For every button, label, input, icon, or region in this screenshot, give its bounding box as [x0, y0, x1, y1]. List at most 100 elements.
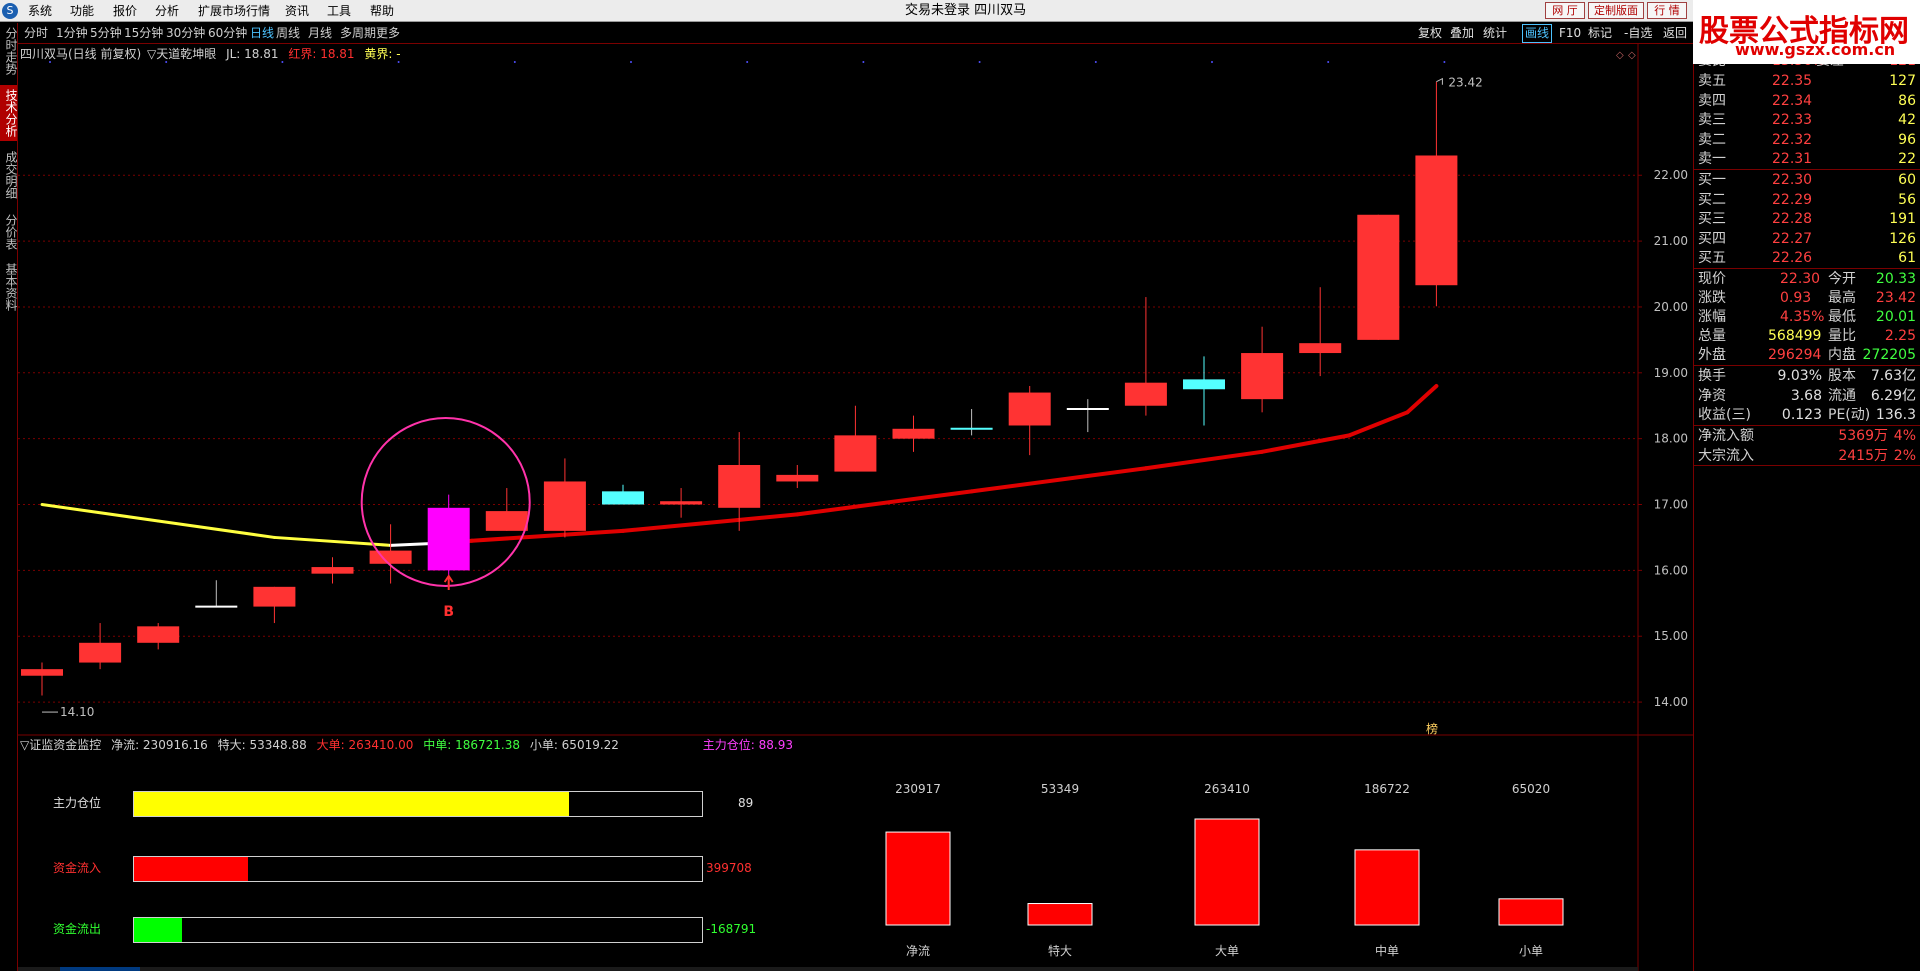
- candle-body[interactable]: [1008, 392, 1051, 426]
- left-tab-2[interactable]: 成交明细: [0, 147, 18, 203]
- toolbar-right-0[interactable]: 复权: [1418, 23, 1442, 44]
- period-9[interactable]: 多周期: [340, 23, 376, 44]
- toolbar-right-1[interactable]: 叠加: [1450, 23, 1474, 44]
- bottom-scroll-strip[interactable]: [18, 967, 1638, 971]
- candle-body[interactable]: [485, 511, 528, 531]
- toolbar-right-3[interactable]: 画线: [1522, 24, 1553, 43]
- ask-label: 卖二: [1698, 131, 1726, 148]
- bid-row[interactable]: 买二 22.29 56: [1698, 191, 1916, 210]
- candle-body[interactable]: [1124, 382, 1167, 406]
- menu-analysis[interactable]: 分析: [155, 0, 179, 22]
- candle-body[interactable]: [311, 567, 354, 574]
- quote-label: 总量: [1698, 328, 1726, 344]
- fund-bar-label: 资金流出: [53, 922, 102, 936]
- candle-body[interactable]: [1299, 343, 1342, 354]
- flow-bar[interactable]: [1194, 818, 1260, 926]
- candle-body[interactable]: [1183, 379, 1225, 390]
- candle-body[interactable]: [369, 550, 412, 564]
- candle-body[interactable]: [253, 586, 296, 607]
- fund-bar-label: 主力仓位: [53, 796, 102, 810]
- fund-bar-value: 399708: [706, 861, 752, 875]
- left-tab-1[interactable]: 技术分析: [0, 85, 18, 141]
- candle-body[interactable]: [1357, 214, 1400, 340]
- period-5[interactable]: 60分钟: [208, 23, 247, 44]
- ask-row[interactable]: 卖二 22.32 96: [1698, 131, 1916, 150]
- flow-value: 5369万: [1838, 428, 1888, 444]
- quote-value: 23.42: [1875, 290, 1916, 306]
- bid-volume: 60: [1898, 172, 1916, 188]
- bid-row[interactable]: 买三 22.28 191: [1698, 210, 1916, 229]
- menu-quote[interactable]: 报价: [113, 0, 137, 22]
- menu-info[interactable]: 资讯: [285, 0, 309, 22]
- quote-value: 272205: [1862, 347, 1916, 363]
- period-2[interactable]: 5分钟: [90, 23, 122, 44]
- bid-row[interactable]: 买一 22.30 60: [1698, 171, 1916, 190]
- ask-row[interactable]: 卖五 22.35 127: [1698, 72, 1916, 91]
- period-4[interactable]: 30分钟: [166, 23, 205, 44]
- custom-layout-button[interactable]: 定制版面: [1588, 2, 1644, 19]
- period-6[interactable]: 日线: [250, 23, 274, 44]
- watermark-brand: 股票公式指标网 www.gszx.com.cn: [1693, 0, 1920, 64]
- candle-body[interactable]: [602, 491, 644, 505]
- stats-value: 136.3: [1875, 407, 1916, 423]
- flow-bar[interactable]: [1354, 849, 1420, 926]
- period-7[interactable]: 周线: [276, 23, 300, 44]
- flow-bar[interactable]: [1498, 898, 1564, 926]
- period-8[interactable]: 月线: [308, 23, 332, 44]
- stats-row: 收益(三) 0.123 PE(动) 136.3: [1698, 406, 1916, 425]
- toolbar-right-7[interactable]: 返回: [1663, 23, 1687, 44]
- left-tab-0[interactable]: 分时走势: [0, 23, 18, 79]
- candle-body[interactable]: [543, 481, 586, 531]
- market-button[interactable]: 行 情: [1647, 2, 1687, 19]
- toolbar-right-2[interactable]: 统计: [1483, 23, 1507, 44]
- menu-function[interactable]: 功能: [70, 0, 94, 22]
- flow-bar-name: 大单: [1215, 944, 1239, 958]
- flow-bar[interactable]: [885, 831, 951, 926]
- ask-row[interactable]: 卖四 22.34 86: [1698, 92, 1916, 111]
- toolbar-right-6[interactable]: -自选: [1624, 23, 1652, 44]
- quote-label: 量比: [1828, 328, 1856, 344]
- left-tab-4[interactable]: 基本资料: [0, 257, 18, 317]
- candle-body[interactable]: [660, 501, 703, 505]
- jl-value: JL: 18.81: [226, 47, 279, 61]
- bottom-scroll-thumb[interactable]: [60, 967, 140, 971]
- candle-body[interactable]: [776, 474, 819, 482]
- medium-order-value: 中单: 186721.38: [423, 738, 520, 752]
- candle-body[interactable]: [834, 435, 877, 472]
- menu-extended-market[interactable]: 扩展市场行情: [198, 0, 270, 22]
- ask-row[interactable]: 卖三 22.33 42: [1698, 111, 1916, 130]
- candle-body[interactable]: [137, 626, 180, 643]
- app-logo-icon: S: [2, 3, 18, 19]
- stats-label: 股本: [1828, 368, 1856, 384]
- period-1[interactable]: 1分钟: [56, 23, 88, 44]
- bid-row[interactable]: 买五 22.26 61: [1698, 249, 1916, 268]
- ask-price: 22.35: [1772, 73, 1813, 89]
- candle-body[interactable]: [427, 507, 470, 571]
- menu-system[interactable]: 系统: [28, 0, 52, 22]
- ma-line-segment: [795, 489, 974, 517]
- candle-body[interactable]: [718, 465, 761, 508]
- candle-body[interactable]: [21, 669, 63, 676]
- left-tab-3[interactable]: 分价表: [0, 209, 18, 255]
- menu-tools[interactable]: 工具: [327, 0, 351, 22]
- candle-body[interactable]: [1415, 155, 1458, 286]
- ask-row[interactable]: 卖一 22.31 22: [1698, 150, 1916, 169]
- bid-row[interactable]: 买四 22.27 126: [1698, 230, 1916, 249]
- toolbar-right-4[interactable]: F10: [1559, 23, 1581, 44]
- period-10[interactable]: 更多: [376, 23, 400, 44]
- y-tick-label: 14.00: [1654, 695, 1688, 709]
- candle-body[interactable]: [79, 642, 122, 663]
- toolbar-right-5[interactable]: 标记: [1588, 23, 1612, 44]
- period-0[interactable]: 分时: [24, 23, 48, 44]
- flow-bar[interactable]: [1027, 903, 1093, 926]
- menu-help[interactable]: 帮助: [370, 0, 394, 22]
- ma-line-segment: [156, 519, 276, 539]
- quote-label: 外盘: [1698, 347, 1726, 363]
- candle-body[interactable]: [1241, 353, 1284, 400]
- fund-indicator-name[interactable]: ▽证监资金监控: [20, 738, 101, 752]
- chart-canvas[interactable]: 14.00 15.00 16.00 17.00 18.00 19.00 20.00 21.00…: [0, 0, 1920, 971]
- candle-body[interactable]: [892, 428, 935, 439]
- indicator-name[interactable]: ▽天道乾坤眼: [147, 47, 216, 61]
- online-hall-button[interactable]: 网 厅: [1545, 2, 1585, 19]
- period-3[interactable]: 15分钟: [124, 23, 163, 44]
